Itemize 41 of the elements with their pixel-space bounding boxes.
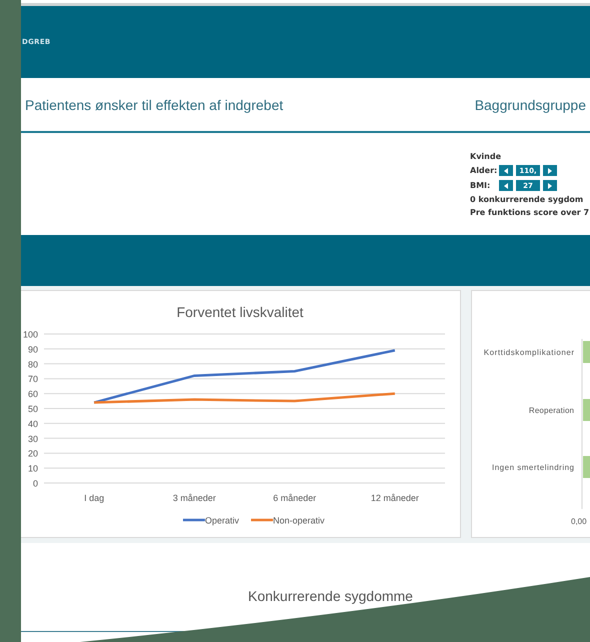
info-text: Pre funktions score over 7 <box>470 208 590 217</box>
axis-tick-label: 20 <box>28 448 38 459</box>
triangle-left-icon <box>504 182 508 188</box>
field-label: Alder: <box>470 166 496 175</box>
axis-tick-label: 30 <box>28 434 38 444</box>
section-title: Baggrundsgruppe <box>474 96 586 112</box>
info-text: 0 konkurrerende sygdom <box>470 195 584 204</box>
decrement-button[interactable] <box>499 180 513 191</box>
axis-category-label: I dag <box>84 493 104 503</box>
decrement-button[interactable] <box>499 165 513 176</box>
triangle-left-icon <box>504 168 508 174</box>
bar <box>583 341 590 363</box>
section-title: Patientens ønsker til effekten af indgrebet <box>25 96 284 112</box>
section-title: Konkurrerende sygdomme <box>248 588 413 606</box>
triangle-right-icon <box>548 168 552 174</box>
axis-tick-label: 60 <box>28 389 38 400</box>
legend-label: Operativ <box>205 516 240 526</box>
axis-tick-label: 80 <box>28 359 38 370</box>
axis-tick-label: 70 <box>28 374 38 384</box>
bar <box>583 456 590 478</box>
axis-category-label: 12 måneder <box>370 493 419 503</box>
axis-tick-label: 50 <box>28 404 38 414</box>
axis-category-label: 3 måneder <box>172 493 216 503</box>
bar-category-label: Reoperation <box>528 406 574 415</box>
increment-button[interactable] <box>543 180 557 191</box>
chart-title: Forventet livskvalitet <box>176 304 304 320</box>
info-text: Kvinde <box>470 152 502 161</box>
bar <box>583 399 590 421</box>
axis-tick-label: 90 <box>28 344 38 354</box>
axis-category-label: 6 måneder <box>273 493 316 503</box>
axis-tick-label: 40 <box>28 418 38 429</box>
axis-tick-label: 0,00 <box>571 517 587 526</box>
legend-label: Non-operativ <box>273 516 325 526</box>
bar-category-label: Korttidskomplikationer <box>484 348 574 357</box>
axis-tick-label: 10 <box>28 464 38 474</box>
field-label: BMI: <box>470 181 492 190</box>
triangle-right-icon <box>548 182 552 188</box>
axis-tick-label: 0 <box>32 478 38 488</box>
increment-button[interactable] <box>543 165 557 176</box>
bar-category-label: Ingen smertelindring <box>492 463 574 472</box>
axis-tick-label: 100 <box>22 330 38 340</box>
